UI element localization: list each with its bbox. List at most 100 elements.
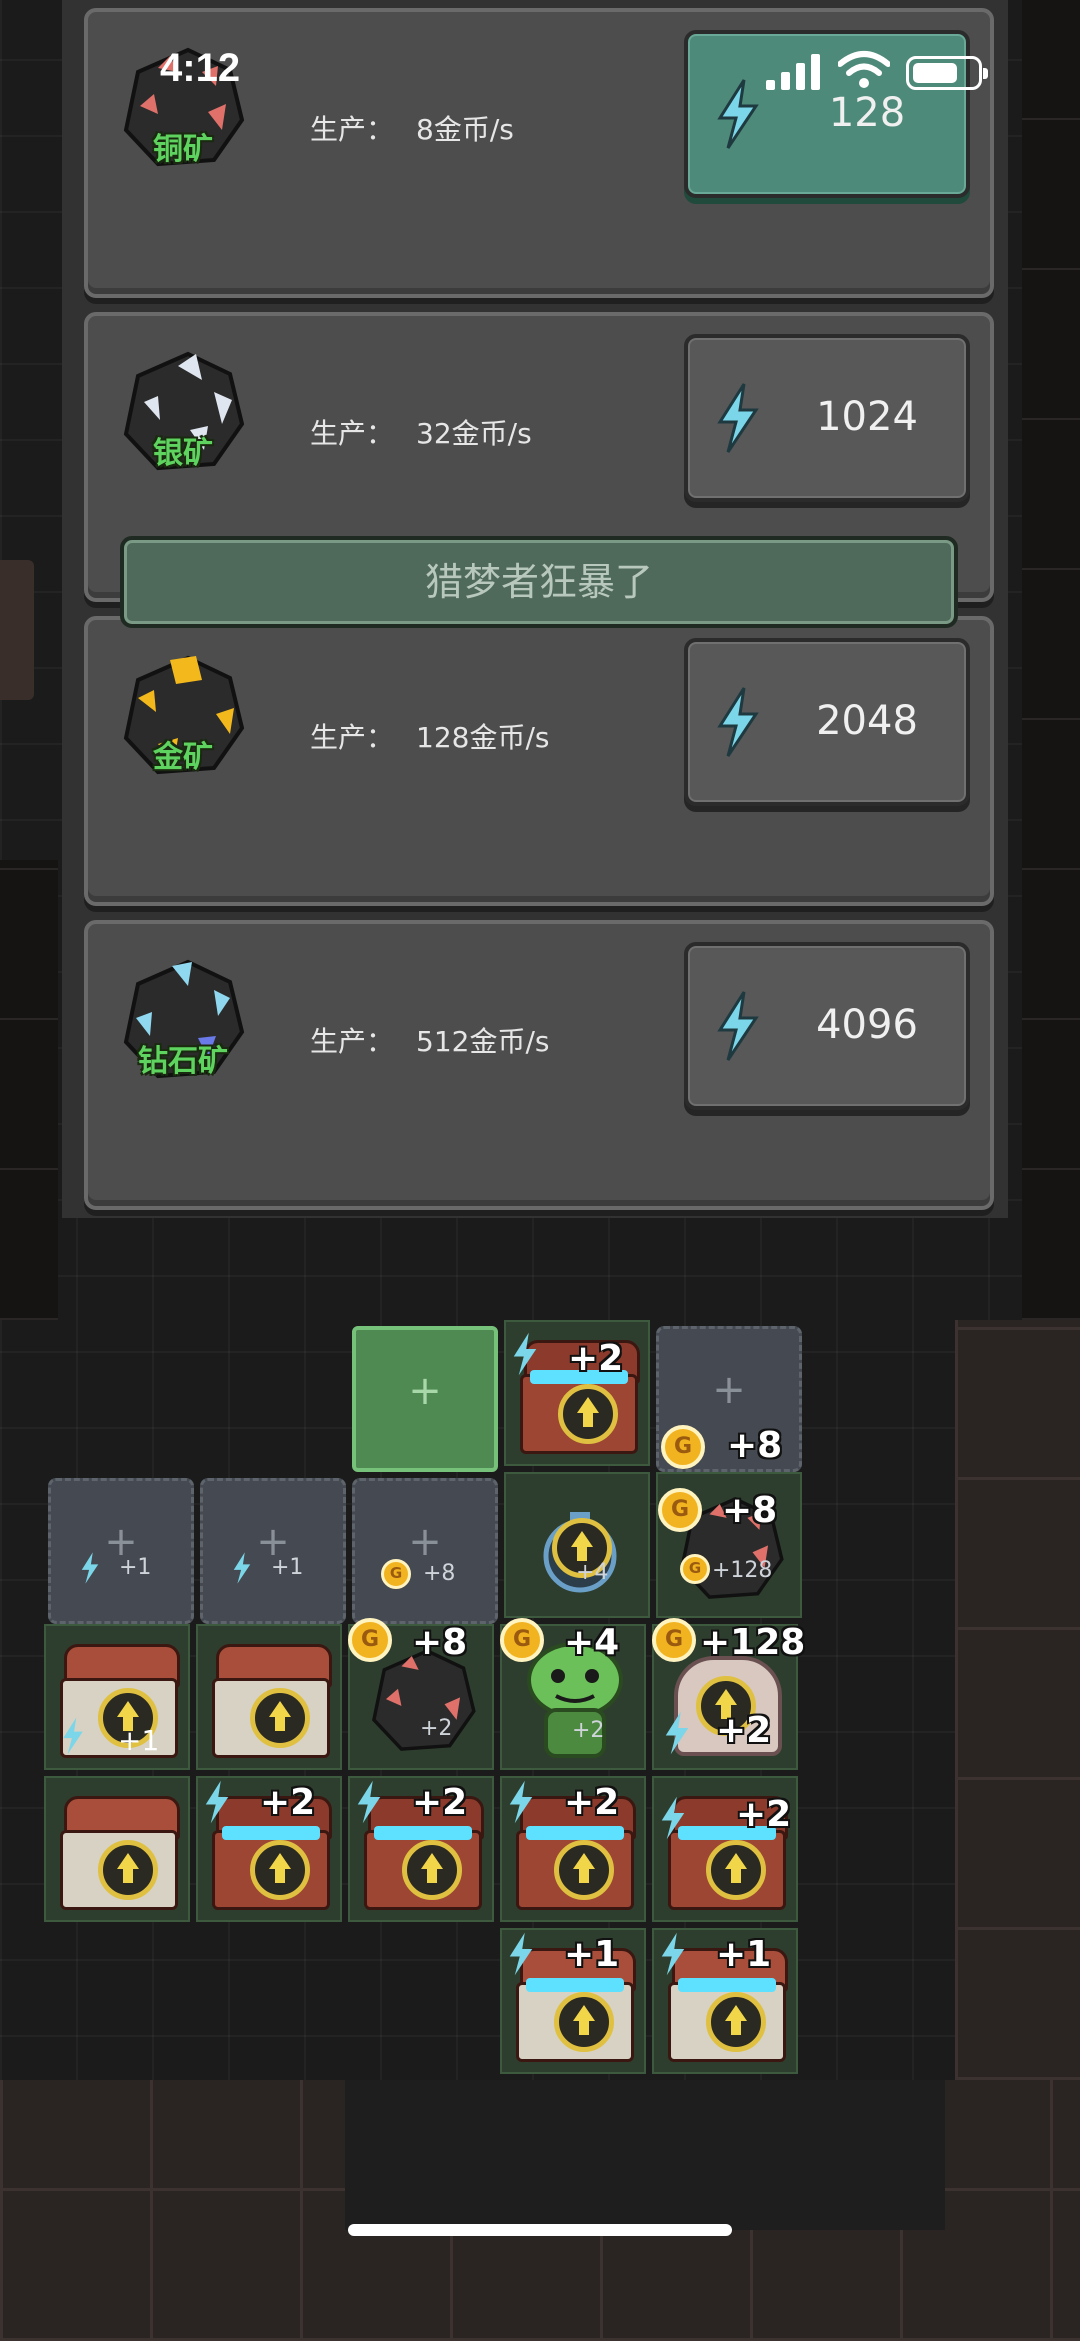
upgrade-arrow-icon [250,1840,310,1900]
lightning-icon [717,687,759,757]
upgrade-arrow-icon [706,1840,766,1900]
chest-tile[interactable]: +2 [348,1776,494,1922]
upgrade-arrow-icon [558,1384,618,1444]
ore-tile[interactable]: G +8 G +128 [656,1472,802,1618]
bomb-tile[interactable]: +4 [504,1472,650,1618]
plus-icon: + [408,1519,442,1565]
brick-wall-right [1022,0,1080,1320]
production-rate: 128金币/s [416,721,550,754]
chest-tile[interactable]: +2 [500,1776,646,1922]
chest-tile[interactable] [196,1624,342,1770]
lightning-icon [661,1932,685,1976]
door-fragment [0,560,34,700]
upgrade-arrow-icon [554,1840,614,1900]
lightning-icon [233,1552,251,1584]
energy-bonus: +1 [716,1934,772,1975]
lightning-icon [513,1332,537,1376]
coin-icon: G [658,1488,702,1532]
plus-icon: + [712,1367,746,1413]
coin-icon: G [661,1425,705,1469]
upgrade-arrow-icon [98,1840,158,1900]
lightning-icon [81,1552,99,1584]
status-bar: 4:12 [0,0,1080,140]
ore-tile[interactable]: G +8 +2 [348,1618,494,1770]
energy-bonus: +2 [260,1782,316,1823]
treasure-chest [212,1644,332,1762]
coin-bonus: +8 [412,1622,468,1663]
energy-bonus: +1 [564,1934,620,1975]
production-text: 生产： 512金币/s [310,1025,550,1058]
home-indicator[interactable] [348,2224,732,2236]
energy-bonus: +2 [412,1782,468,1823]
game-board: + +2 + G +8 + +1 + +1 + G +8 +4 G +8 G +… [44,1320,812,2080]
upgrade-button-diamond[interactable]: 4096 [684,942,970,1110]
upgrade-arrow-icon [250,1688,310,1748]
energy-bonus: +1 [118,1724,160,1757]
chest-tile[interactable]: +2 [196,1776,342,1922]
lightning-icon [665,1711,689,1755]
lightning-icon [661,1796,685,1840]
coin-icon: G [652,1618,696,1662]
coin-icon: G [381,1559,411,1589]
empty-slot[interactable]: + G +8 [352,1478,498,1624]
brick-wall-left [0,860,58,1320]
coin-bonus: +4 [576,1560,609,1585]
plus-icon: + [408,1368,442,1414]
brick-floor-right [955,1320,1080,2080]
upgrade-arrow-icon [402,1840,462,1900]
mine-row-gold: 金矿 生产： 128金币/s 2048 [84,616,994,906]
upgrade-button-silver[interactable]: 1024 [684,334,970,502]
coin-bonus: +8 [423,1561,456,1586]
mine-name: 银矿 [153,436,213,471]
chest-tile[interactable] [44,1776,190,1922]
production-text: 生产： 128金币/s [310,721,550,754]
hunter-tile[interactable]: G +4 +2 [500,1618,646,1770]
upgrade-cost: 1024 [816,394,918,440]
production-rate: 512金币/s [416,1025,550,1058]
lightning-icon [509,1780,533,1824]
mine-name: 钻石矿 [138,1044,228,1079]
energy-bonus: +1 [119,1555,152,1580]
coin-icon: G [348,1618,392,1662]
coin-bonus: +128 [712,1558,773,1583]
coin-bonus: +128 [700,1622,806,1663]
upgrade-arrow-icon [554,1992,614,2052]
energy-bonus: +1 [271,1555,304,1580]
lightning-icon [717,991,759,1061]
chest-tile[interactable]: +2 [652,1776,798,1922]
lightning-icon [509,1932,533,1976]
coin-icon: G [680,1554,710,1584]
upgrade-cost: 4096 [816,1002,918,1048]
signal-icon [766,54,820,90]
production-rate: 32金币/s [416,417,532,450]
upgrade-button-gold[interactable]: 2048 [684,638,970,806]
empty-slot[interactable]: + +1 [48,1478,194,1624]
coin-icon: G [500,1618,544,1662]
upgrade-arrow-icon [706,1992,766,2052]
energy-bonus: +2 [420,1716,453,1741]
mine-name: 金矿 [153,740,213,775]
energy-bonus: +2 [564,1782,620,1823]
empty-slot[interactable]: + G +8 [656,1326,802,1472]
empty-slot[interactable]: + +1 [200,1478,346,1624]
battery-icon [906,56,988,90]
energy-bonus: +2 [568,1338,624,1379]
lightning-icon [357,1780,381,1824]
chest-tile[interactable]: +2 [504,1320,650,1466]
coin-bonus: +4 [564,1622,620,1663]
lightning-icon [63,1717,83,1755]
wifi-icon [838,51,890,88]
coin-bonus: +8 [727,1425,783,1466]
dark-corridor [345,2080,945,2230]
bed-tile[interactable]: G +128 +2 [652,1618,805,1770]
mine-row-diamond: 钻石矿 生产： 512金币/s 4096 [84,920,994,1210]
energy-bonus: +2 [716,1710,772,1751]
chest-tile[interactable]: +1 [44,1624,190,1770]
coin-bonus: +8 [722,1490,778,1531]
chest-tile[interactable]: +1 [652,1928,798,2074]
treasure-chest [60,1796,180,1914]
chest-tile[interactable]: +1 [500,1928,646,2074]
energy-bonus: +2 [572,1718,605,1743]
build-slot-selected[interactable]: + [352,1326,498,1472]
energy-bonus: +2 [736,1794,792,1835]
